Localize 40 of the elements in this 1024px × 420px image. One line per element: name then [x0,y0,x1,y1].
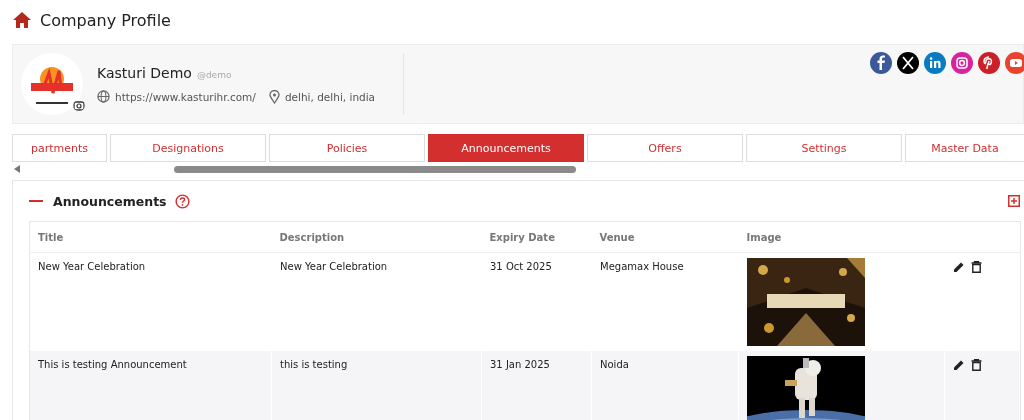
table-cell: 31 Jan 2025 [481,351,592,420]
camera-icon[interactable] [73,100,85,111]
tab[interactable]: Policies [269,134,425,162]
location-pin-icon [268,89,280,104]
company-handle: @demo [196,69,232,80]
tab[interactable]: Offers [587,134,743,162]
scrollbar-thumb[interactable] [174,165,576,173]
tab[interactable]: Announcements [428,134,584,162]
column-header: Venue [591,221,739,253]
company-name: Kasturi Demo [97,64,192,81]
globe-icon [97,90,110,103]
linkedin-icon[interactable] [924,52,946,74]
help-icon[interactable] [174,193,190,209]
x-icon[interactable] [897,52,919,74]
add-icon[interactable] [1008,195,1020,207]
location-text: delhi, delhi, india [284,90,376,103]
edit-icon[interactable] [953,261,965,273]
instagram-icon[interactable] [951,52,973,74]
facebook-icon[interactable] [870,52,892,74]
scroll-left-icon[interactable] [14,165,20,173]
column-header: Image [738,221,945,253]
page-title: Company Profile [40,10,171,30]
tab[interactable]: Settings [746,134,902,162]
section-title: Announcements [53,193,167,209]
column-header: Description [271,221,482,253]
youtube-icon[interactable] [1005,52,1024,74]
tab[interactable]: Designations [110,134,266,162]
tab[interactable]: partments [12,134,107,162]
table-cell: This is testing Announcement [29,351,272,420]
edit-icon[interactable] [953,359,965,371]
pinterest-icon[interactable] [978,52,1000,74]
column-header: Title [29,221,272,253]
table-cell: this is testing [271,351,482,420]
table-cell: Noida [591,351,739,420]
delete-icon[interactable] [971,261,982,273]
column-header: Expiry Date [481,221,592,253]
tab[interactable]: Master Data [905,134,1024,162]
website-link[interactable]: https://www.kasturihr.com/ [115,90,256,103]
home-icon [12,11,32,29]
delete-icon[interactable] [971,359,982,371]
